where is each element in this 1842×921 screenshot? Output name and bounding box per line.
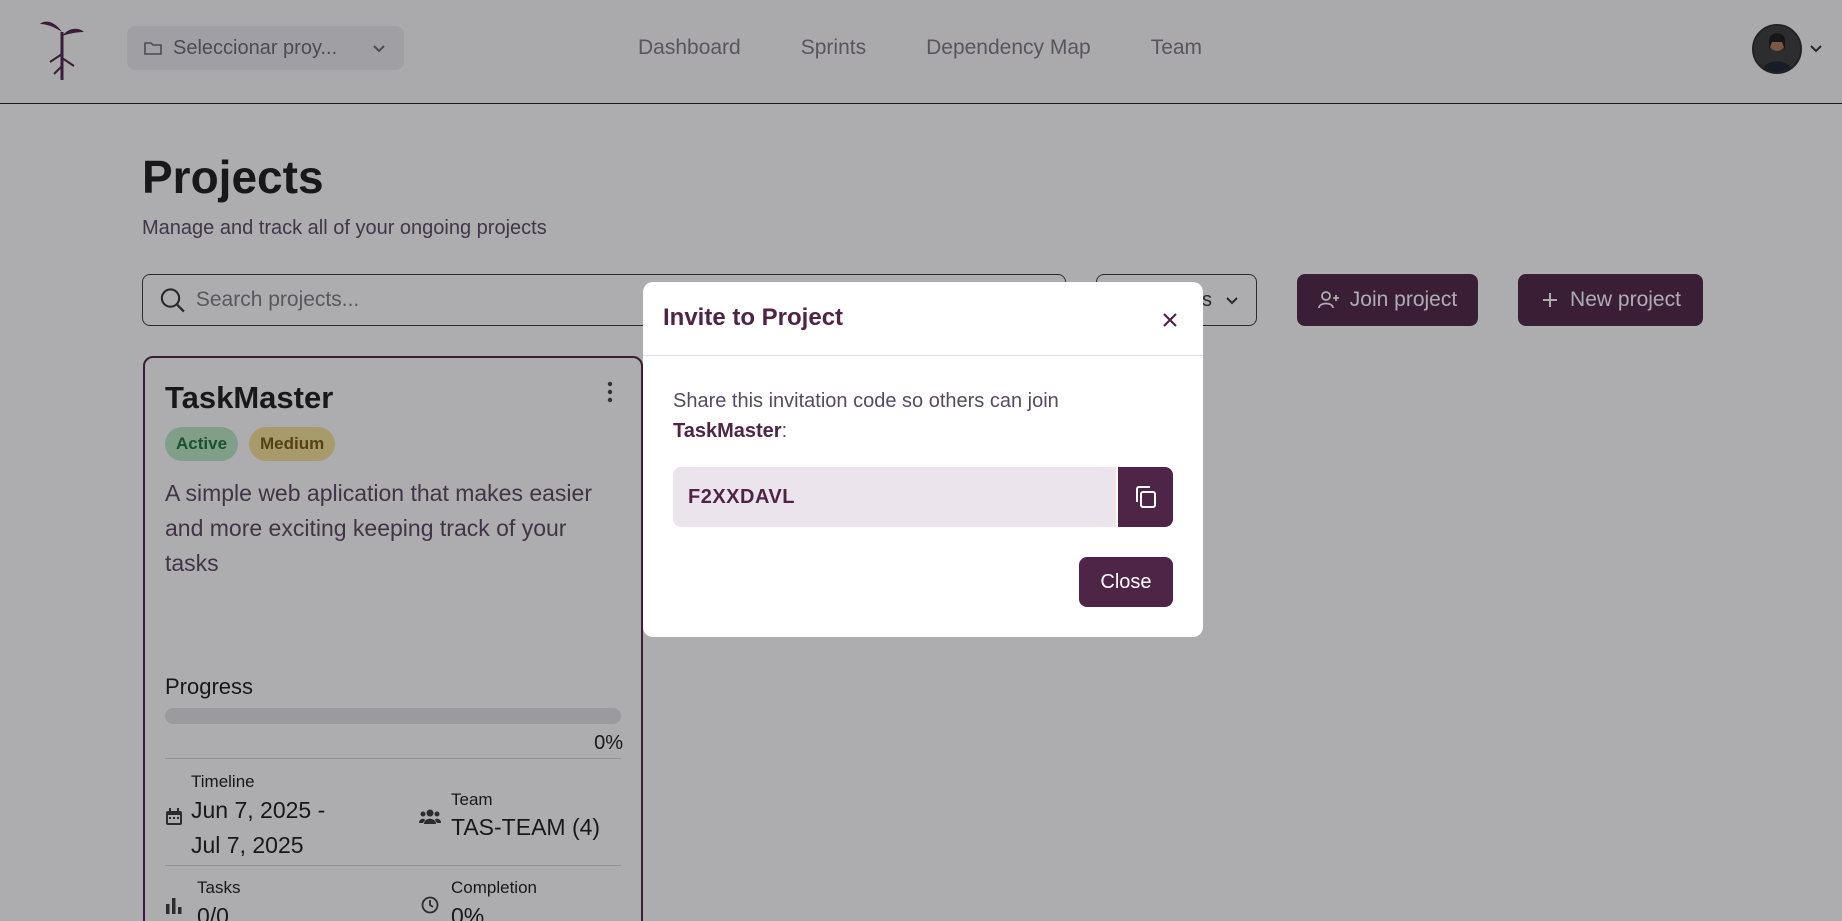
modal-title: Invite to Project — [663, 304, 844, 331]
invite-text: Share this invitation code so others can… — [673, 390, 1059, 412]
invite-text-suffix: : — [781, 420, 788, 442]
copy-icon — [1135, 486, 1156, 508]
close-icon[interactable] — [1158, 308, 1182, 332]
close-button[interactable]: Close — [1079, 557, 1173, 607]
invite-project-name: TaskMaster — [673, 420, 782, 442]
modal-header: Invite to Project — [643, 282, 1203, 356]
invite-instructions: Share this invitation code so others can… — [673, 386, 1173, 446]
copy-code-button[interactable] — [1118, 467, 1173, 527]
invite-modal: Invite to Project Share this invitation … — [643, 282, 1203, 637]
invitation-code[interactable]: F2XXDAVL — [673, 467, 1116, 527]
